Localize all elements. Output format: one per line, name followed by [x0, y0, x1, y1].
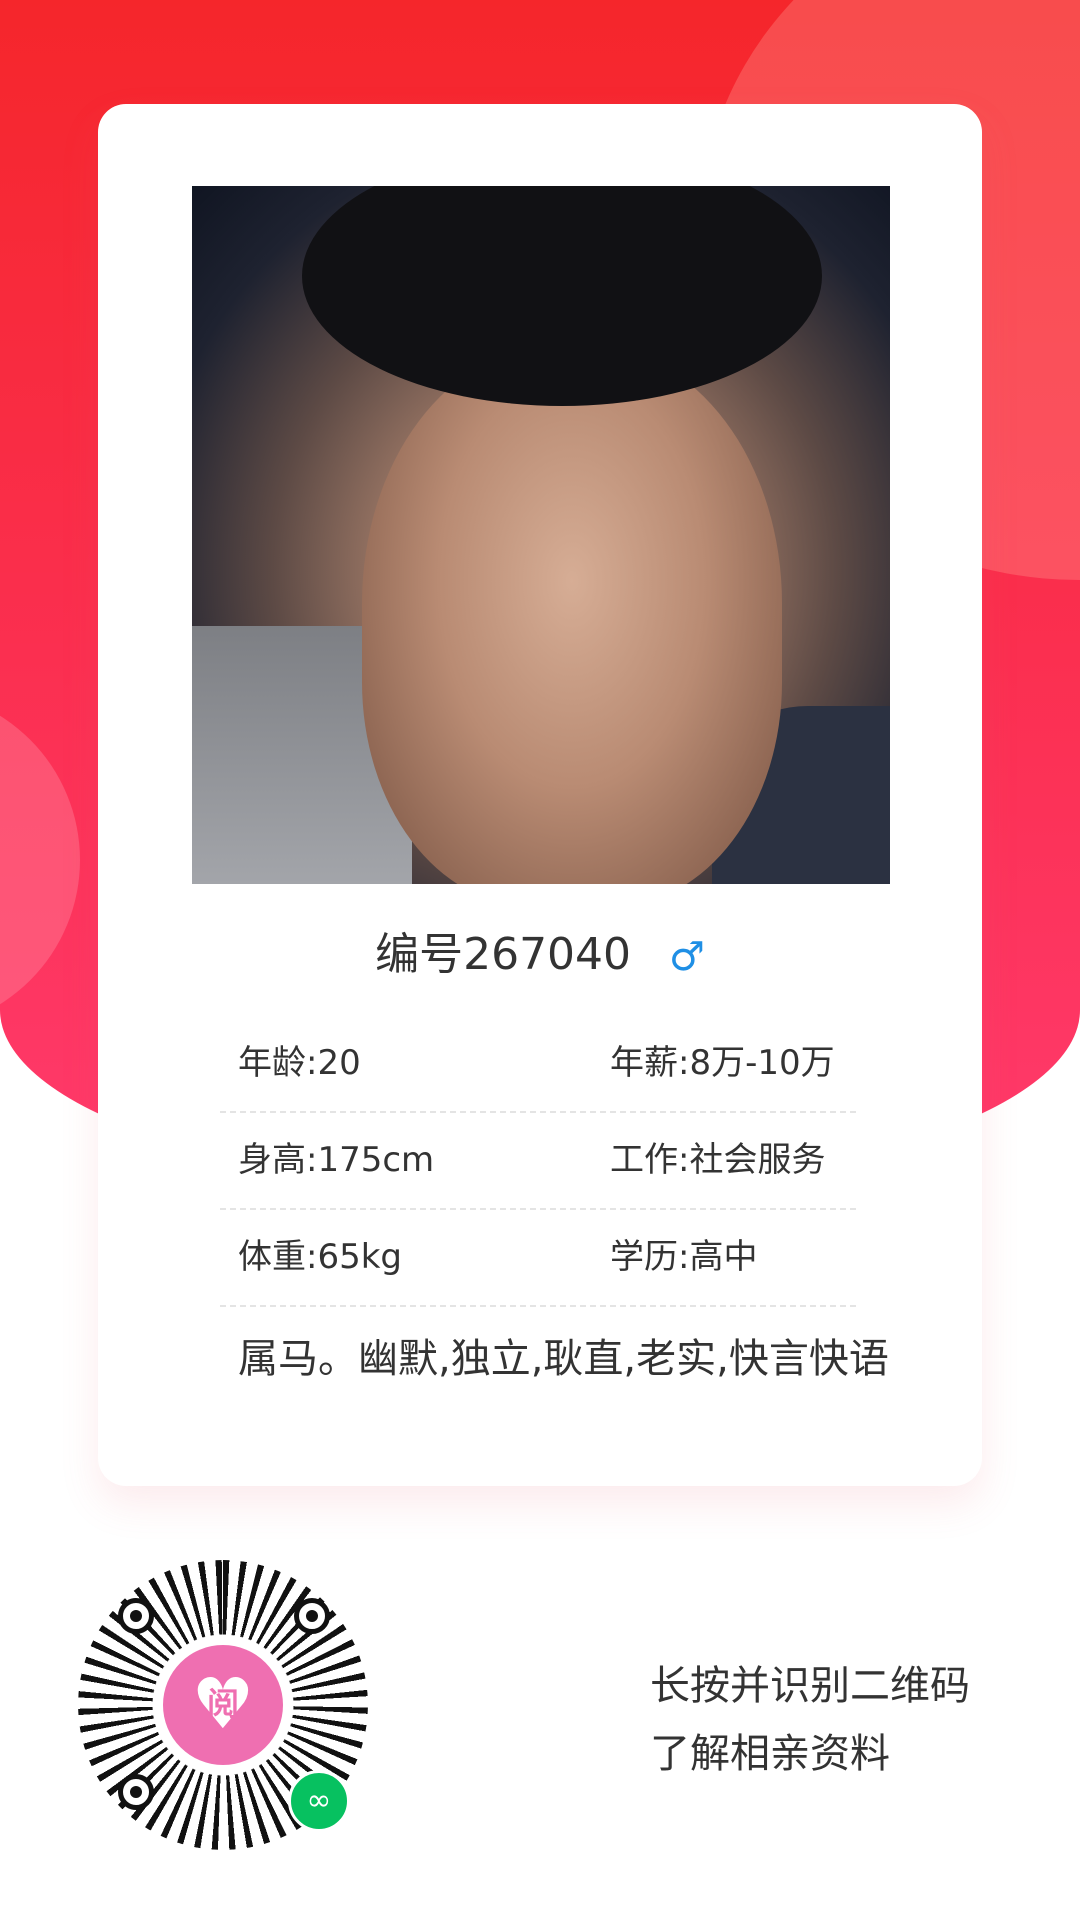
qr-prompt-line2: 了解相亲资料: [650, 1731, 890, 1777]
detail-age: 年龄:20: [238, 1043, 361, 1083]
profile-id-row: 编号267040 ♂: [98, 918, 982, 982]
photo-hair: [302, 186, 822, 406]
detail-salary: 年薪:8万-10万: [610, 1043, 835, 1083]
decorative-blob-left: [0, 690, 80, 1030]
profile-photo[interactable]: [192, 186, 890, 884]
detail-education: 学历:高中: [610, 1237, 758, 1277]
detail-job: 工作:社会服务: [610, 1140, 826, 1180]
photo-face: [362, 346, 782, 884]
profile-id: 编号267040: [375, 929, 632, 980]
qr-finder-top-left: [118, 1598, 154, 1634]
qr-prompt-line1: 长按并识别二维码: [650, 1663, 970, 1709]
detail-row: 年龄:20 年薪:8万-10万: [220, 1016, 856, 1113]
detail-weight: 体重:65kg: [238, 1237, 402, 1277]
qr-finder-bottom-left: [118, 1774, 154, 1810]
qr-logo-text: 阅: [206, 1685, 239, 1723]
profile-description: 属马。幽默,独立,耿直,老实,快言快语: [238, 1336, 889, 1382]
detail-row: 体重:65kg 学历:高中: [220, 1210, 856, 1307]
male-gender-icon: ♂: [669, 934, 705, 980]
detail-row: 身高:175cm 工作:社会服务: [220, 1113, 856, 1210]
detail-height: 身高:175cm: [238, 1140, 435, 1180]
qr-finder-top-right: [294, 1598, 330, 1634]
mini-program-link-icon: ∞: [288, 1770, 350, 1832]
qr-prompt: 长按并识别二维码 了解相亲资料: [650, 1652, 970, 1788]
profile-details: 年龄:20 年薪:8万-10万 身高:175cm 工作:社会服务 体重:65kg…: [220, 1016, 856, 1307]
profile-card: 编号267040 ♂ 年龄:20 年薪:8万-10万 身高:175cm 工作:社…: [98, 104, 982, 1486]
